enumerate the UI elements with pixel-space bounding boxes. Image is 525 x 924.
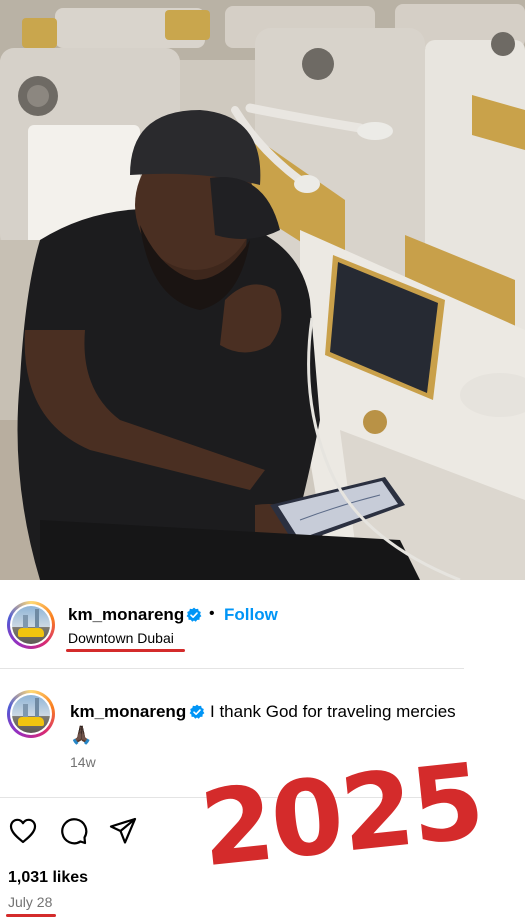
post-header: km_monareng • Follow Downtown Dubai — [0, 580, 525, 668]
caption-timestamp[interactable]: 14w — [70, 754, 96, 770]
praying-hands-emoji: 🙏🏿 — [70, 725, 93, 745]
post-photo[interactable] — [0, 0, 525, 580]
caption-author-avatar[interactable] — [7, 690, 55, 738]
verified-badge-icon — [189, 704, 205, 719]
location-link[interactable]: Downtown Dubai — [68, 630, 174, 646]
comment-icon[interactable] — [58, 816, 88, 846]
author-avatar[interactable] — [7, 601, 55, 649]
car-icon — [18, 628, 44, 637]
caption-username[interactable]: km_monareng — [70, 702, 186, 722]
verified-badge-icon — [186, 607, 202, 622]
follow-button[interactable]: Follow — [224, 605, 278, 625]
share-icon[interactable] — [108, 816, 138, 846]
location-annotation-underline — [66, 649, 185, 652]
author-username[interactable]: km_monareng — [68, 605, 184, 625]
caption-text: I thank God for traveling mercies — [210, 702, 456, 721]
car-icon — [18, 717, 44, 726]
post-date: July 28 — [8, 894, 53, 910]
date-annotation-underline — [6, 914, 56, 917]
heart-icon[interactable] — [8, 816, 38, 846]
separator-dot: • — [209, 605, 215, 622]
photo-illustration — [0, 0, 525, 580]
header-divider — [0, 668, 464, 669]
year-annotation: 2025 — [195, 739, 488, 891]
likes-count[interactable]: 1,031 likes — [8, 869, 88, 887]
